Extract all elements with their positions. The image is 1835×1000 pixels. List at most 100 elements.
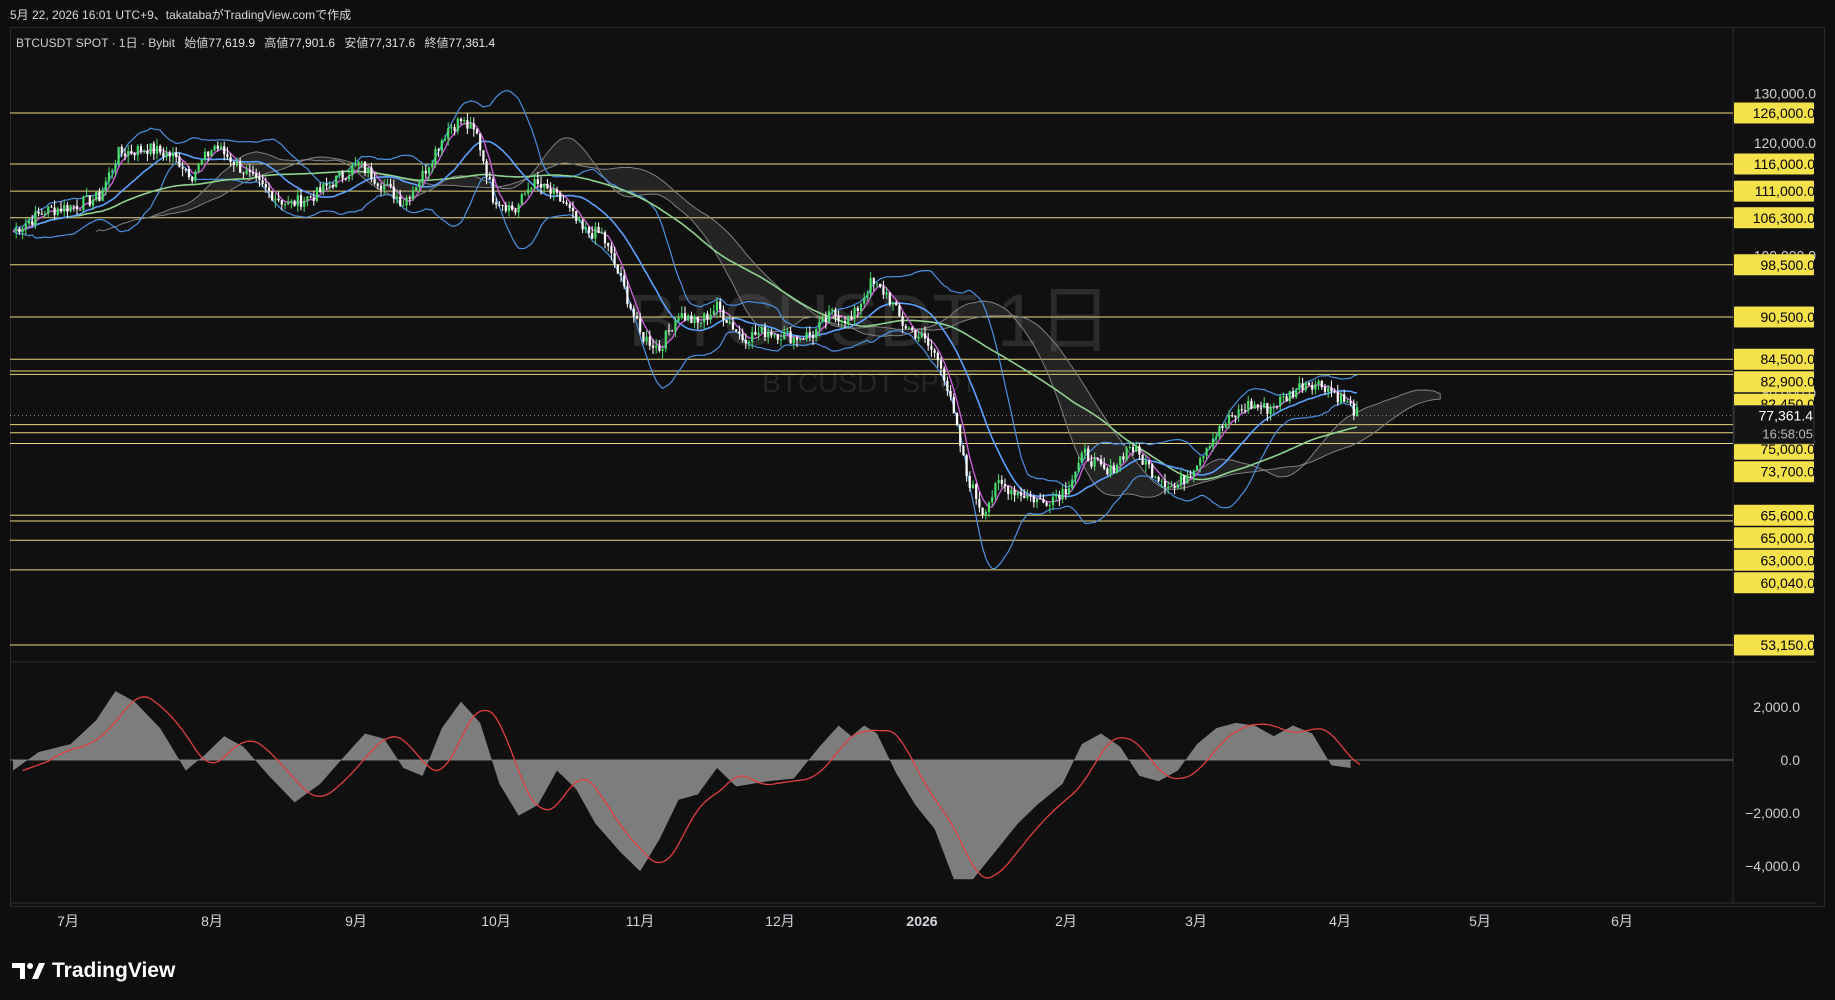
candle-body xyxy=(539,183,543,188)
candle-body xyxy=(146,150,149,154)
candle-body xyxy=(946,380,949,391)
candle-body xyxy=(1055,494,1058,497)
candle-body xyxy=(555,189,559,193)
candle-body xyxy=(155,145,159,154)
candle-body xyxy=(15,228,18,232)
candle-body xyxy=(50,206,53,208)
candle-body xyxy=(1103,464,1106,469)
candle-body xyxy=(1272,405,1275,407)
time-axis-label: 2月 xyxy=(1055,913,1077,929)
candle-body xyxy=(616,264,619,274)
countdown-label: 16:58:05 xyxy=(1762,427,1813,442)
candle-body xyxy=(1151,464,1154,478)
candle-body xyxy=(824,317,827,322)
level-badge-label: 126,000.0 xyxy=(1753,105,1815,121)
candle-body xyxy=(1336,392,1339,403)
candle-body xyxy=(907,327,911,329)
candle-body xyxy=(952,396,955,414)
candle-body xyxy=(24,223,27,229)
oscillator-tick-label: 2,000.0 xyxy=(1753,699,1800,715)
candle-body xyxy=(370,167,373,180)
candle-body xyxy=(232,161,235,166)
candle-body xyxy=(1259,407,1263,409)
candle-body xyxy=(709,314,712,320)
tradingview-logo[interactable]: TradingView xyxy=(12,959,175,983)
candle-body xyxy=(1327,387,1330,392)
candle-body xyxy=(1019,492,1023,496)
chart-svg[interactable]: BTCUSDT 1日 BTCUSDT SPOT 130,000.0120,000… xyxy=(0,0,1835,1000)
candle-body xyxy=(1263,402,1266,408)
close-value: 77,361.4 xyxy=(448,36,496,50)
candle-body xyxy=(584,227,587,230)
candle-body xyxy=(715,301,719,311)
candle-body xyxy=(1128,446,1131,448)
candle-body xyxy=(1045,502,1048,506)
oscillator-pane xyxy=(13,691,1361,880)
candle-body xyxy=(347,175,351,180)
candle-body xyxy=(642,332,645,342)
candle-body xyxy=(1093,458,1096,467)
time-axis: 7月 8月 9月 10月 11月 12月 2026 2月 3月 4月 5月 6月 xyxy=(57,913,1633,929)
candle-body xyxy=(943,368,946,381)
candle-body xyxy=(184,169,187,171)
candle-body xyxy=(453,127,456,131)
candle-body xyxy=(1099,459,1103,465)
level-badge-label: 82,900.0 xyxy=(1761,374,1816,390)
candle-body xyxy=(1355,407,1359,416)
candle-body xyxy=(418,181,421,188)
candle-body xyxy=(229,156,232,162)
candle-body xyxy=(37,211,40,214)
candle-body xyxy=(776,333,779,340)
candle-body xyxy=(165,152,168,157)
candle-body xyxy=(706,313,709,320)
candle-body xyxy=(991,497,994,503)
candle-body xyxy=(34,211,37,225)
candle-body xyxy=(1323,387,1327,392)
candle-body xyxy=(587,227,591,234)
candle-body xyxy=(251,171,255,174)
price-tick-label: 130,000.0 xyxy=(1754,86,1816,102)
candle-body xyxy=(386,183,389,186)
candle-body xyxy=(152,143,155,154)
candle-body xyxy=(655,345,658,348)
candle-body xyxy=(213,145,216,151)
candle-body xyxy=(789,331,792,344)
candle-body xyxy=(1291,391,1295,398)
candle-body xyxy=(136,146,139,156)
candle-body xyxy=(882,286,885,295)
candle-body xyxy=(619,273,623,276)
symbol-title[interactable]: BTCUSDT SPOT · 1日 · Bybit xyxy=(16,36,175,50)
candle-body xyxy=(1282,396,1285,398)
candle-body xyxy=(216,145,219,150)
candle-body xyxy=(258,177,261,181)
candle-body xyxy=(971,484,975,488)
candle-body xyxy=(21,228,24,233)
candle-body xyxy=(18,228,21,233)
candle-body xyxy=(815,329,818,338)
level-badge-label: 111,000.0 xyxy=(1755,183,1815,199)
candle-body xyxy=(459,118,463,122)
candle-body xyxy=(338,172,341,176)
candle-body xyxy=(687,315,690,321)
candle-body xyxy=(389,183,392,187)
candle-body xyxy=(1311,385,1314,390)
candle-body xyxy=(1330,387,1333,392)
time-axis-label: 11月 xyxy=(626,913,655,929)
candle-body xyxy=(1131,446,1135,452)
candle-body xyxy=(1141,454,1144,465)
low-value: 77,317.6 xyxy=(368,36,416,50)
candle-body xyxy=(85,195,88,197)
candle-body xyxy=(1237,409,1240,418)
candle-body xyxy=(466,120,469,129)
candle-body xyxy=(200,160,203,164)
candle-body xyxy=(1231,415,1234,417)
candle-body xyxy=(1195,465,1199,471)
candle-body xyxy=(1275,405,1279,407)
candle-body xyxy=(1147,460,1151,465)
candle-body xyxy=(949,390,952,397)
candle-body xyxy=(226,154,229,157)
candle-body xyxy=(1253,404,1256,409)
candle-body xyxy=(754,331,757,335)
candle-body xyxy=(431,163,434,168)
candle-body xyxy=(1077,462,1080,472)
